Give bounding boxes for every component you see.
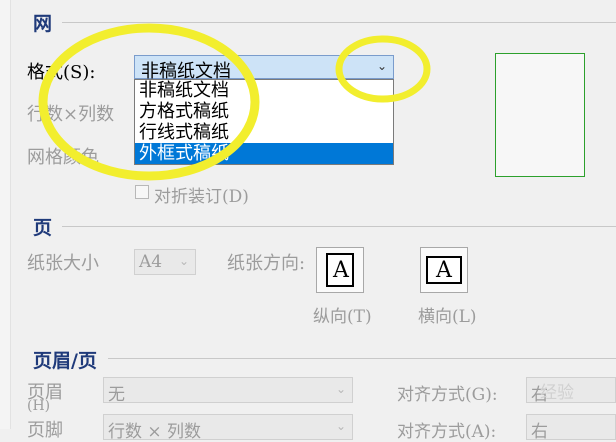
annotation-overlay — [38, 23, 431, 181]
annotation-circle — [38, 23, 260, 181]
annotation-circle — [335, 35, 431, 103]
